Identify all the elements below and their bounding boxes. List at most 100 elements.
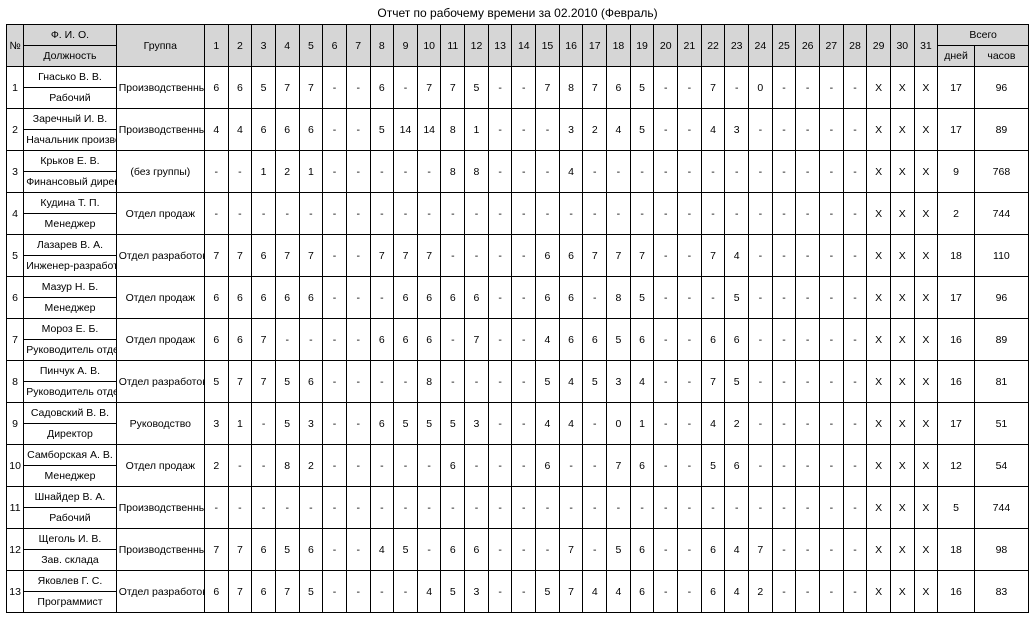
day-cell: - xyxy=(607,487,631,529)
day-cell: 8 xyxy=(417,361,441,403)
day-cell: X xyxy=(867,571,891,613)
day-cell: - xyxy=(252,403,276,445)
day-cell: - xyxy=(583,277,607,319)
day-cell: - xyxy=(654,487,678,529)
day-cell: - xyxy=(299,487,323,529)
day-cell: 7 xyxy=(701,235,725,277)
day-cell: - xyxy=(228,487,252,529)
day-cell: 5 xyxy=(536,361,560,403)
total-hours: 744 xyxy=(974,487,1028,529)
employee-group: Отдел продаж xyxy=(116,319,204,361)
day-cell: - xyxy=(772,235,796,277)
total-days: 17 xyxy=(938,109,975,151)
day-cell: 4 xyxy=(228,109,252,151)
day-cell: 6 xyxy=(299,109,323,151)
day-cell: - xyxy=(488,277,512,319)
day-cell: 0 xyxy=(749,67,773,109)
day-cell: - xyxy=(394,151,418,193)
day-cell: - xyxy=(796,151,820,193)
day-cell: - xyxy=(323,151,347,193)
day-cell: - xyxy=(819,319,843,361)
day-cell: - xyxy=(583,403,607,445)
day-cell: - xyxy=(678,319,702,361)
day-cell: 14 xyxy=(417,109,441,151)
day-cell: 6 xyxy=(559,277,583,319)
employee-name: Яковлев Г. С. xyxy=(24,571,117,592)
day-cell: - xyxy=(843,319,867,361)
hdr-day-1: 1 xyxy=(204,25,228,67)
day-cell: 7 xyxy=(701,67,725,109)
day-cell: - xyxy=(512,529,536,571)
day-cell: - xyxy=(772,529,796,571)
day-cell: - xyxy=(204,193,228,235)
total-days: 18 xyxy=(938,235,975,277)
hdr-day-20: 20 xyxy=(654,25,678,67)
day-cell: 4 xyxy=(536,403,560,445)
employee-group: Производственны xyxy=(116,109,204,151)
employee-name: Крьков Е. В. xyxy=(24,151,117,172)
day-cell: 6 xyxy=(630,571,654,613)
day-cell: 6 xyxy=(559,235,583,277)
day-cell: - xyxy=(346,193,370,235)
day-cell: - xyxy=(725,487,749,529)
day-cell: - xyxy=(819,67,843,109)
day-cell: 7 xyxy=(394,235,418,277)
day-cell: - xyxy=(749,445,773,487)
hdr-day-25: 25 xyxy=(772,25,796,67)
day-cell: - xyxy=(772,445,796,487)
hdr-day-30: 30 xyxy=(890,25,914,67)
day-cell: - xyxy=(512,571,536,613)
day-cell: - xyxy=(488,361,512,403)
employee-group: Отдел продаж xyxy=(116,277,204,319)
day-cell: 6 xyxy=(607,67,631,109)
day-cell: - xyxy=(654,235,678,277)
hdr-day-11: 11 xyxy=(441,25,465,67)
day-cell: 3 xyxy=(465,571,489,613)
day-cell: 6 xyxy=(725,319,749,361)
day-cell: 6 xyxy=(252,529,276,571)
day-cell: X xyxy=(890,487,914,529)
total-hours: 89 xyxy=(974,319,1028,361)
day-cell: 4 xyxy=(725,235,749,277)
day-cell: 6 xyxy=(536,277,560,319)
employee-position: Менеджер xyxy=(24,298,117,319)
day-cell: - xyxy=(417,487,441,529)
day-cell: - xyxy=(843,67,867,109)
day-cell: 1 xyxy=(252,151,276,193)
day-cell: - xyxy=(252,445,276,487)
day-cell: - xyxy=(772,109,796,151)
day-cell: - xyxy=(512,403,536,445)
day-cell: 6 xyxy=(275,109,299,151)
day-cell: 7 xyxy=(701,361,725,403)
day-cell: X xyxy=(867,109,891,151)
day-cell: 6 xyxy=(465,529,489,571)
day-cell: - xyxy=(725,67,749,109)
total-days: 16 xyxy=(938,319,975,361)
hdr-day-13: 13 xyxy=(488,25,512,67)
day-cell: - xyxy=(654,277,678,319)
day-cell: - xyxy=(678,193,702,235)
employee-position: Начальник производства xyxy=(24,130,117,151)
day-cell: - xyxy=(725,151,749,193)
day-cell: 8 xyxy=(559,67,583,109)
day-cell: 4 xyxy=(725,529,749,571)
day-cell: 4 xyxy=(607,109,631,151)
day-cell: - xyxy=(465,445,489,487)
total-days: 17 xyxy=(938,277,975,319)
day-cell: 6 xyxy=(370,319,394,361)
day-cell: X xyxy=(914,445,938,487)
day-cell: 1 xyxy=(299,151,323,193)
day-cell: - xyxy=(772,487,796,529)
hdr-day-15: 15 xyxy=(536,25,560,67)
day-cell: - xyxy=(819,109,843,151)
employee-position: Программист xyxy=(24,592,117,613)
employee-group: Производственны xyxy=(116,487,204,529)
total-hours: 110 xyxy=(974,235,1028,277)
total-days: 17 xyxy=(938,67,975,109)
day-cell: - xyxy=(630,151,654,193)
day-cell: - xyxy=(370,277,394,319)
day-cell: - xyxy=(488,67,512,109)
day-cell: 6 xyxy=(725,445,749,487)
day-cell: - xyxy=(749,235,773,277)
day-cell: 6 xyxy=(630,529,654,571)
